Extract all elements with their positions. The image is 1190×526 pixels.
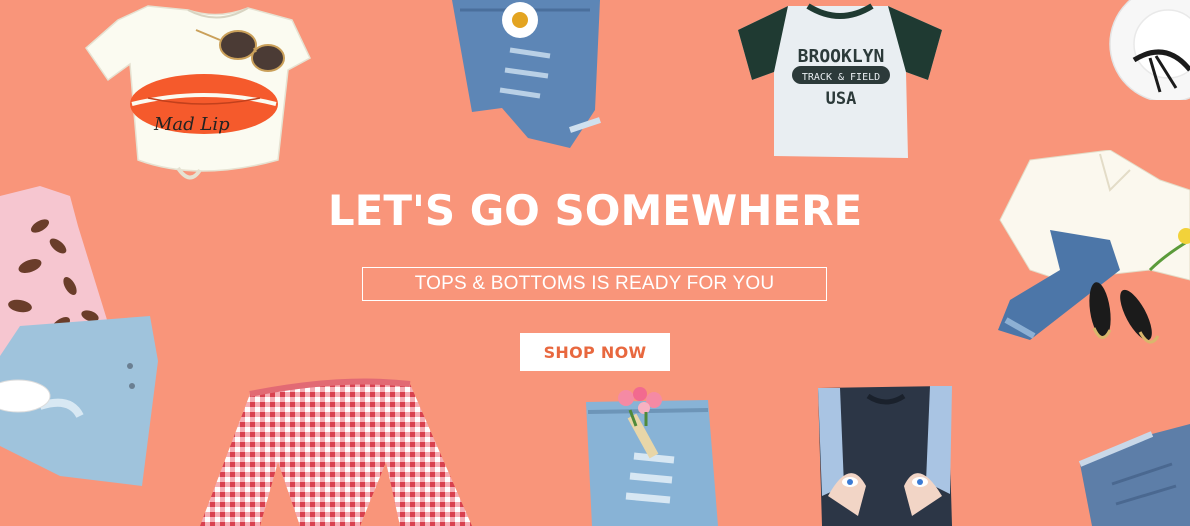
subheadline-text: TOPS & BOTTOMS IS READY FOR YOU	[414, 273, 775, 294]
brooklyn-line3: USA	[826, 89, 857, 109]
navy-hands-top-image	[818, 386, 954, 526]
gingham-top-image	[200, 372, 472, 526]
lips-tshirt-image: Mad Lip	[78, 0, 318, 190]
brooklyn-line1: BROOKLYN	[798, 46, 885, 67]
lips-tee-script: Mad Lip	[153, 114, 230, 135]
denim-shorts-image	[440, 0, 610, 150]
white-shirt-outfit-image	[990, 150, 1190, 370]
brooklyn-tshirt-image: BROOKLYN TRACK & FIELD USA	[738, 0, 944, 162]
banner-subheadline: TOPS & BOTTOMS IS READY FOR YOU	[362, 267, 827, 301]
brooklyn-line2: TRACK & FIELD	[802, 72, 880, 83]
shop-now-button[interactable]: SHOP NOW	[520, 333, 670, 371]
hero-banner[interactable]: Mad Lip BROOKLYN TRACK & FIELD USA LET'S…	[0, 0, 1190, 526]
banner-headline: LET'S GO SOMEWHERE	[327, 186, 863, 235]
dark-denim-shorts-image	[1072, 424, 1190, 526]
light-denim-shorts-image	[584, 386, 724, 526]
sun-hat-image	[1106, 0, 1190, 100]
